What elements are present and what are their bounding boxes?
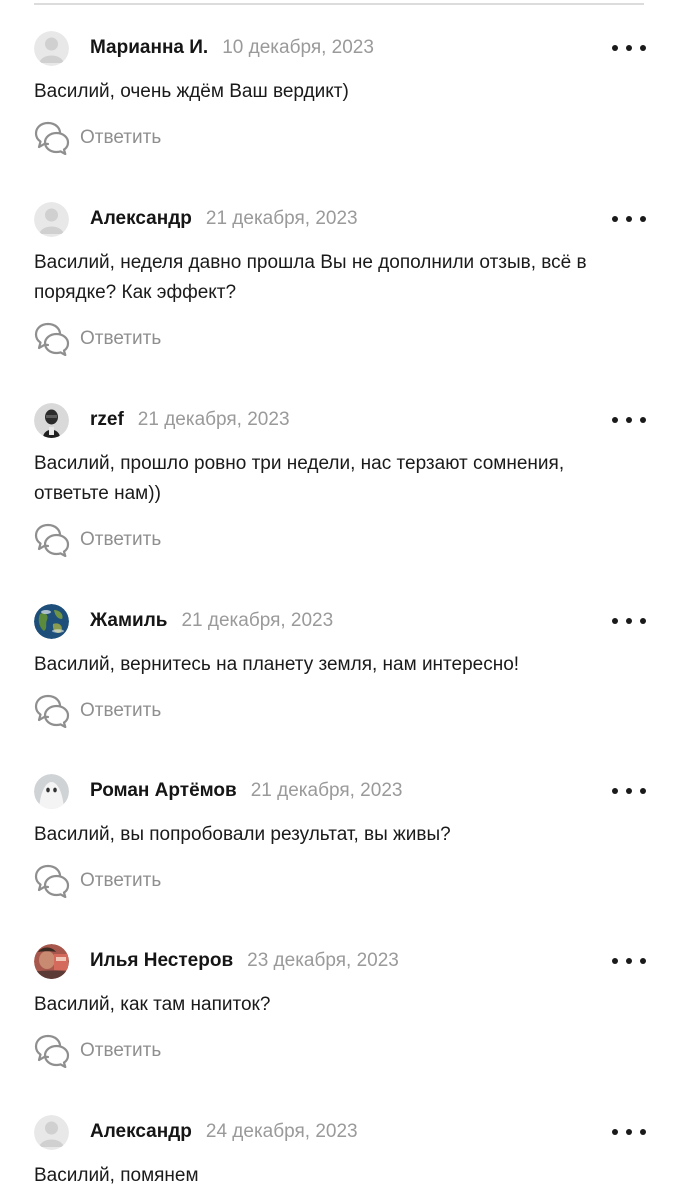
comment-author[interactable]: Илья Нестеров	[90, 950, 233, 972]
user-avatar[interactable]	[34, 30, 69, 66]
comment-text: Василий, неделя давно прошла Вы не допол…	[34, 252, 587, 303]
user-avatar[interactable]	[34, 402, 69, 438]
dot-icon	[612, 417, 618, 423]
dot-icon	[626, 216, 632, 222]
comment-header: Александр 21 декабря, 2023	[34, 201, 646, 237]
comment-header: rzef 21 декабря, 2023	[34, 402, 646, 438]
dot-icon	[612, 45, 618, 51]
comment-item: rzef 21 декабря, 2023 Василий, прошло ро…	[34, 402, 646, 558]
comment-text: Василий, вернитесь на планету земля, нам…	[34, 654, 520, 675]
comment-author[interactable]: rzef	[90, 409, 124, 431]
user-avatar[interactable]	[34, 943, 69, 979]
more-options-button[interactable]	[612, 39, 646, 57]
reply-button[interactable]: Ответить	[34, 863, 646, 899]
more-options-button[interactable]	[612, 411, 646, 429]
user-avatar[interactable]	[34, 603, 69, 639]
reply-button[interactable]: Ответить	[34, 321, 646, 357]
dot-icon	[612, 618, 618, 624]
comment-date: 21 декабря, 2023	[181, 610, 334, 631]
comment-item: Жамиль 21 декабря, 2023 Василий, верните…	[34, 603, 646, 729]
comment-text: Василий, как там напиток?	[34, 994, 271, 1015]
comment-item: Роман Артёмов 21 декабря, 2023 Василий, …	[34, 773, 646, 899]
dot-icon	[640, 618, 646, 624]
dot-icon	[612, 788, 618, 794]
comment-date: 21 декабря, 2023	[137, 409, 290, 430]
dot-icon	[640, 45, 646, 51]
comment-item: Марианна И. 10 декабря, 2023 Василий, оч…	[34, 30, 646, 156]
speech-bubbles-icon	[34, 322, 70, 356]
reply-button[interactable]: Ответить	[34, 120, 646, 156]
comment-date: 21 декабря, 2023	[250, 780, 403, 801]
more-options-button[interactable]	[612, 952, 646, 970]
comment-header: Жамиль 21 декабря, 2023	[34, 603, 646, 639]
comment-header: Марианна И. 10 декабря, 2023	[34, 30, 646, 66]
speech-bubbles-icon	[34, 864, 70, 898]
comment-date: 21 декабря, 2023	[205, 208, 358, 229]
comment-header: Роман Артёмов 21 декабря, 2023	[34, 773, 646, 809]
comment-text: Василий, вы попробовали результат, вы жи…	[34, 824, 451, 845]
dot-icon	[626, 417, 632, 423]
dot-icon	[626, 958, 632, 964]
dot-icon	[640, 216, 646, 222]
dot-icon	[612, 958, 618, 964]
more-options-button[interactable]	[612, 782, 646, 800]
dot-icon	[640, 1129, 646, 1135]
comment-text: Василий, помянем	[34, 1165, 199, 1186]
comment-date: 23 декабря, 2023	[247, 950, 399, 971]
reply-label: Ответить	[80, 870, 162, 891]
comment-author[interactable]: Александр	[90, 1121, 192, 1143]
reply-label: Ответить	[80, 1040, 162, 1061]
reply-label: Ответить	[80, 700, 162, 721]
reply-button[interactable]: Ответить	[34, 693, 646, 729]
reply-button[interactable]: Ответить	[34, 1033, 646, 1069]
comment-item: Илья Нестеров 23 декабря, 2023 Василий, …	[34, 943, 646, 1069]
reply-label: Ответить	[80, 328, 162, 349]
more-options-button[interactable]	[612, 210, 646, 228]
user-avatar[interactable]	[34, 773, 69, 809]
dot-icon	[640, 958, 646, 964]
comment-header: Илья Нестеров 23 декабря, 2023	[34, 943, 646, 979]
comment-author[interactable]: Марианна И.	[90, 37, 208, 59]
comment-author[interactable]: Роман Артёмов	[90, 780, 237, 802]
top-divider	[34, 3, 644, 5]
dot-icon	[612, 1129, 618, 1135]
dot-icon	[640, 417, 646, 423]
comment-date: 24 декабря, 2023	[205, 1121, 358, 1142]
dot-icon	[612, 216, 618, 222]
comment-header: Александр 24 декабря, 2023	[34, 1114, 646, 1150]
user-avatar[interactable]	[34, 1114, 69, 1150]
dot-icon	[626, 788, 632, 794]
dot-icon	[640, 788, 646, 794]
comment-item: Александр 21 декабря, 2023 Василий, неде…	[34, 201, 646, 357]
dot-icon	[626, 1129, 632, 1135]
more-options-button[interactable]	[612, 612, 646, 630]
speech-bubbles-icon	[34, 694, 70, 728]
dot-icon	[626, 45, 632, 51]
reply-button[interactable]: Ответить	[34, 522, 646, 558]
dot-icon	[626, 618, 632, 624]
comment-text: Василий, очень ждём Ваш вердикт)	[34, 81, 349, 102]
comment-text: Василий, прошло ровно три недели, нас те…	[34, 453, 565, 504]
reply-label: Ответить	[80, 529, 162, 550]
more-options-button[interactable]	[612, 1123, 646, 1141]
speech-bubbles-icon	[34, 1034, 70, 1068]
reply-label: Ответить	[80, 127, 162, 148]
comment-item: Александр 24 декабря, 2023 Василий, помя…	[34, 1114, 646, 1191]
user-avatar[interactable]	[34, 201, 69, 237]
speech-bubbles-icon	[34, 121, 70, 155]
comment-date: 10 декабря, 2023	[222, 37, 374, 58]
comment-author[interactable]: Жамиль	[90, 610, 167, 632]
comment-author[interactable]: Александр	[90, 208, 192, 230]
speech-bubbles-icon	[34, 523, 70, 557]
